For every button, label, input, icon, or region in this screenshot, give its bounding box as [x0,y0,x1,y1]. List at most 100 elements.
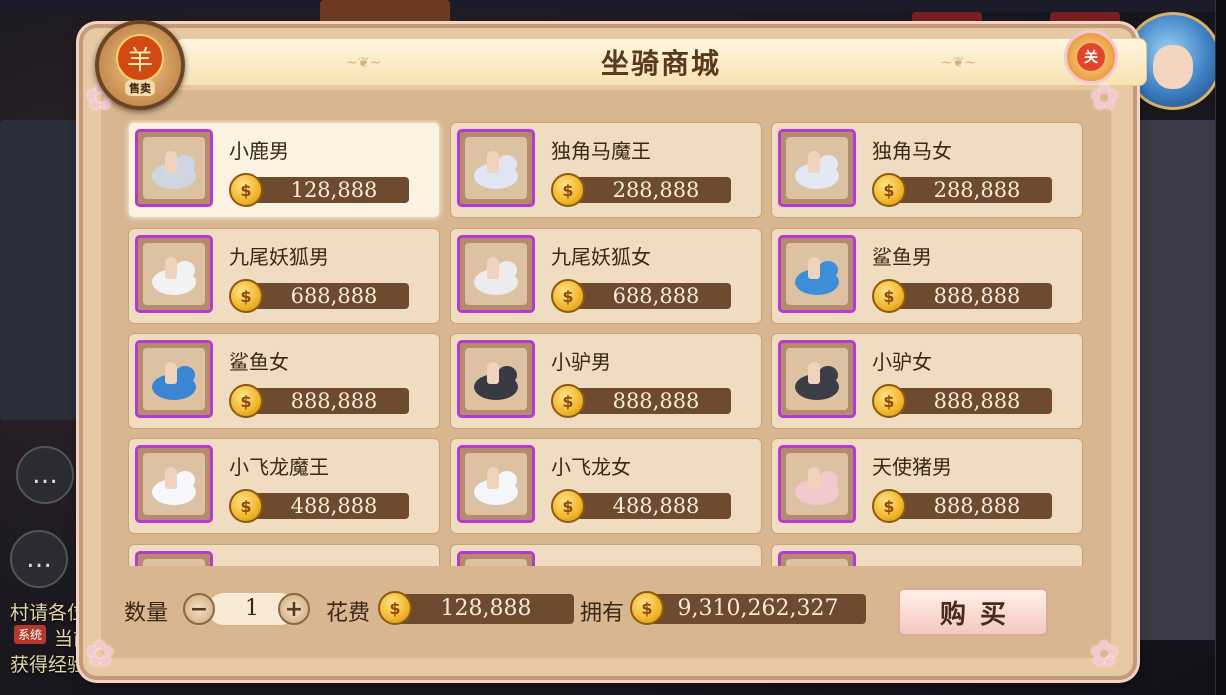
mount-name: 鲨鱼女 [229,350,289,374]
rider-icon [165,362,177,384]
mount-head-icon [497,366,517,384]
mount-icon [465,348,527,410]
coin-icon: $ [872,279,906,313]
mount-head-icon [818,155,838,173]
street-tiles [1134,120,1220,640]
increase-button[interactable]: + [278,593,310,625]
mount-grid[interactable]: 小鹿男 128,888 $ 独角马魔王 288,888 $ 独角马女 288,888 $ 九尾妖狐… [122,120,1087,566]
close-icon: 关 [1077,43,1105,71]
close-button[interactable]: 关 [1064,30,1118,84]
mount-icon [143,348,205,410]
mount-icon [143,243,205,305]
mount-card[interactable]: 小飞龙魔王 488,888 $ [128,438,440,534]
mount-name: 小鹿男 [229,139,289,163]
mount-head-icon [818,366,838,384]
rider-icon [487,362,499,384]
ornament-icon: ~❦~ [346,55,382,71]
rider-icon [165,467,177,489]
mount-icon [465,559,527,566]
mount-card[interactable]: 鲨鱼男 888,888 $ [771,228,1083,324]
rider-icon [808,467,820,489]
coin-icon: $ [378,591,412,625]
mount-thumbnail [135,129,213,207]
mount-thumbnail [135,340,213,418]
rider-icon [808,362,820,384]
rider-icon [165,151,177,173]
mount-price: 888,888 [884,283,1052,309]
mount-price: 128,888 [241,177,409,203]
coin-icon: $ [229,279,263,313]
mount-name: 天使猪男 [872,455,952,479]
mount-card[interactable]: 独角马魔王 288,888 $ [450,122,762,218]
mount-price: 688,888 [563,283,731,309]
mount-name: 小驴男 [551,350,611,374]
mount-head-icon [497,261,517,279]
mount-head-icon [818,261,838,279]
mount-thumbnail [135,235,213,313]
mount-price: 688,888 [241,283,409,309]
right-sidebar [1215,0,1226,695]
mount-icon [143,559,205,566]
mount-price: 488,888 [563,493,731,519]
mount-name: 小驴女 [872,350,932,374]
cost-value: 128,888 [398,594,574,624]
mount-icon [465,453,527,515]
chat-icon[interactable]: … [10,530,68,588]
mount-icon [786,348,848,410]
coin-icon: $ [551,489,585,523]
decrease-button[interactable]: − [183,593,215,625]
flower-icon: ✿ [1090,78,1119,118]
rider-icon [487,151,499,173]
mount-price: 888,888 [241,388,409,414]
mount-price: 488,888 [241,493,409,519]
mount-name: 独角马女 [872,139,952,163]
mount-card[interactable] [450,544,762,566]
mount-card[interactable]: 小驴女 888,888 $ [771,333,1083,429]
mount-name: 独角马魔王 [551,139,651,163]
coin-icon: $ [872,489,906,523]
mount-head-icon [497,471,517,489]
mount-thumbnail [135,445,213,523]
mount-card[interactable]: 鲨鱼女 888,888 $ [128,333,440,429]
mount-card[interactable] [771,544,1083,566]
mount-card[interactable] [128,544,440,566]
buy-button[interactable]: 购买 [898,588,1048,636]
coin-icon: $ [551,279,585,313]
mount-icon [786,243,848,305]
rider-icon [808,151,820,173]
mount-name: 小飞龙女 [551,455,631,479]
coin-icon: $ [872,173,906,207]
coin-icon: $ [229,489,263,523]
mount-icon [465,137,527,199]
sell-button[interactable]: 羊 售卖 [95,20,185,110]
mount-thumbnail [778,551,856,566]
friends-icon[interactable]: … [16,446,74,504]
mount-icon [786,453,848,515]
quantity-label: 数量 [124,601,169,626]
mount-price: 888,888 [884,388,1052,414]
flower-icon: ✿ [86,634,115,674]
mount-card[interactable]: 九尾妖狐女 688,888 $ [450,228,762,324]
owned-label: 拥有 [580,601,625,626]
mount-card[interactable]: 小鹿男 128,888 $ [128,122,440,218]
ornament-icon: ~❦~ [940,55,976,71]
mount-thumbnail [778,340,856,418]
mount-thumbnail [778,129,856,207]
mount-icon [786,559,848,566]
mount-icon [143,453,205,515]
mount-thumbnail [457,445,535,523]
flower-icon: ✿ [1090,634,1119,674]
mount-card[interactable]: 天使猪男 888,888 $ [771,438,1083,534]
coin-icon: $ [551,384,585,418]
mount-card[interactable]: 九尾妖狐男 688,888 $ [128,228,440,324]
mount-head-icon [175,366,195,384]
coin-icon: $ [551,173,585,207]
system-badge: 系统 [14,625,47,644]
mount-thumbnail [457,551,535,566]
mount-card[interactable]: 独角马女 288,888 $ [771,122,1083,218]
mount-price: 888,888 [563,388,731,414]
mount-card[interactable]: 小飞龙女 488,888 $ [450,438,762,534]
mount-card[interactable]: 小驴男 888,888 $ [450,333,762,429]
mount-price: 288,888 [884,177,1052,203]
mount-name: 九尾妖狐男 [229,245,329,269]
